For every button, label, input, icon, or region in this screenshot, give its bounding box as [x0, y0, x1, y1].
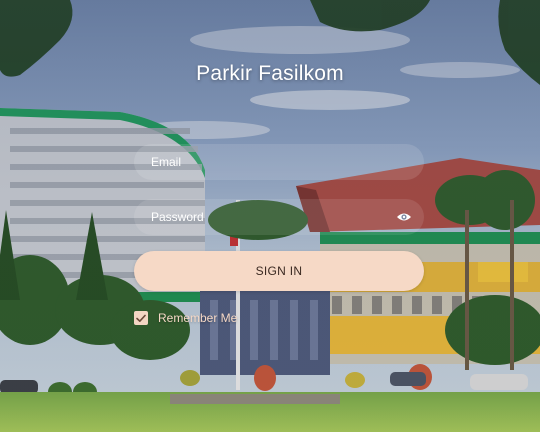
app-title: Parkir Fasilkom: [196, 62, 344, 85]
sign-in-button[interactable]: SIGN IN: [134, 251, 424, 291]
remember-me-checkbox[interactable]: [134, 311, 148, 325]
password-input[interactable]: [134, 199, 424, 235]
email-input[interactable]: [134, 144, 424, 180]
remember-me-label: Remember Me: [158, 311, 238, 325]
email-field-container: [134, 144, 424, 180]
remember-me-toggle[interactable]: Remember Me: [134, 309, 237, 327]
password-field-container: [134, 199, 424, 235]
eye-icon[interactable]: [396, 210, 412, 224]
checkmark-icon: [136, 314, 146, 322]
